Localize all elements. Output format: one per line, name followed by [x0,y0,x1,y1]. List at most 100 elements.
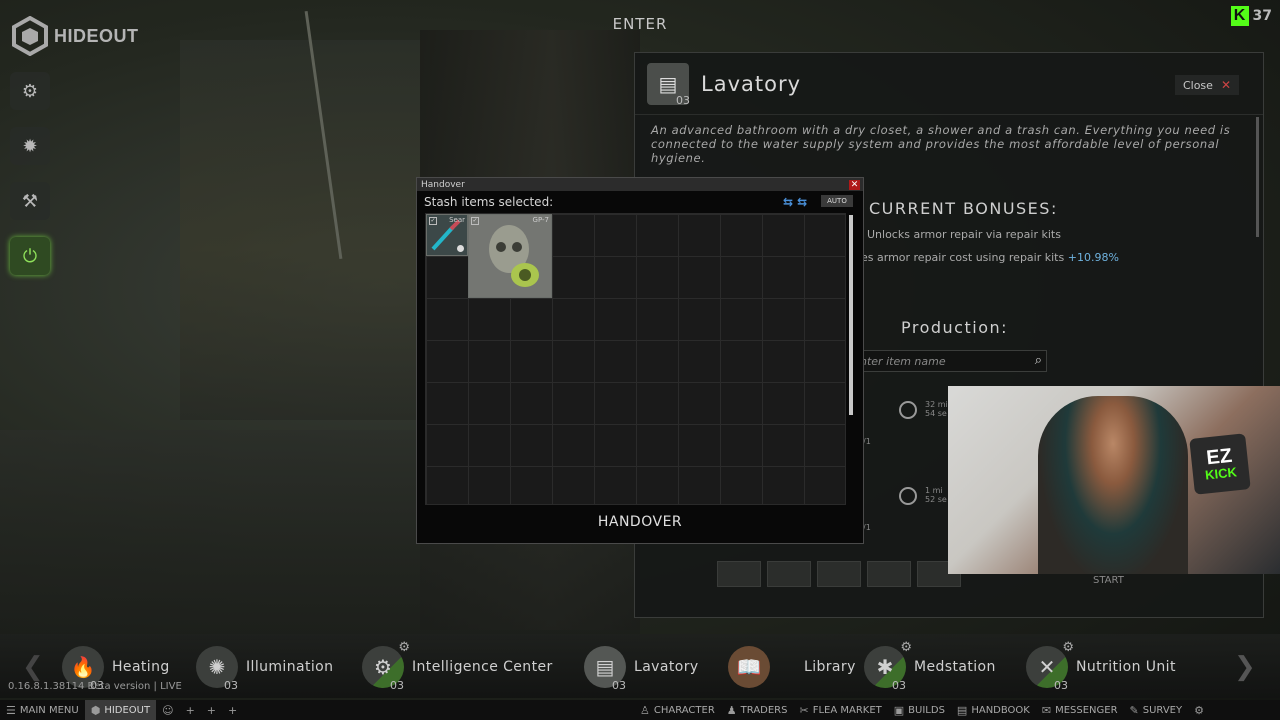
lavatory-title: Lavatory [701,71,802,96]
handover-title: Handover [421,179,465,190]
module-name: Illumination [246,659,334,675]
module-name: Intelligence Center [412,659,553,675]
lavatory-description: An advanced bathroom with a dry closet, … [651,123,1231,165]
module-illumination[interactable]: ✺ 03 Illumination [196,644,334,692]
stash-item-syringe[interactable]: ✓ Sear [426,214,468,256]
lavatory-level: 03 [676,94,690,107]
search-placeholder: nter item name [860,355,946,368]
lavatory-header: ▤ 03 Lavatory Close ✕ [635,53,1263,115]
lavatory-scrollbar[interactable] [1256,117,1259,237]
builds-tab[interactable]: ▣ BUILDS [888,700,951,720]
stash-grid-scrollbar[interactable] [849,215,853,415]
sort-icon[interactable]: ⇆ [783,195,793,209]
hideout-tab[interactable]: ⬢ HIDEOUT [84,700,157,720]
timer-icon [899,401,917,419]
lavatory-close-button[interactable]: Close ✕ [1174,75,1239,95]
module-name: Nutrition Unit [1076,659,1176,675]
webcam-streamer [1038,396,1188,574]
item-slot[interactable] [817,561,861,587]
handover-titlebar[interactable]: Handover ✕ [417,178,863,191]
gas-mask-icon [489,225,539,287]
character-label: CHARACTER [653,704,715,716]
stash-item-gas-mask[interactable]: ✓ GP-7 [468,214,552,298]
book-icon: 📖 [728,646,770,688]
left-nav: ⚙ ✹ ⚒ ⏻ [10,72,50,275]
flea-market-label: FLEA MARKET [812,704,882,716]
quick-slot-add[interactable]: + [180,700,201,720]
auto-button[interactable]: AUTO [821,195,853,207]
upgrade-gear-icon: ⚙ [900,640,912,655]
module-name: Lavatory [634,659,699,675]
survey-label: SURVEY [1142,704,1183,716]
main-menu-label: MAIN MENU [19,704,79,716]
modules-next-icon[interactable]: ❯ [1234,652,1256,682]
item-slot[interactable] [867,561,911,587]
character-icon: ♙ [640,703,650,717]
item-checkbox[interactable]: ✓ [471,217,479,225]
bottom-taskbar: ☰ MAIN MENU ⬢ HIDEOUT ☺ + + + ♙ CHARACTE… [0,700,1280,720]
modules-prev-icon[interactable]: ❮ [22,652,44,682]
messenger-icon: ✉ [1041,703,1052,717]
timer-icon [899,487,917,505]
hideout-logo-text: HIDEOUT [54,25,139,46]
builds-label: BUILDS [908,704,945,716]
plus-icon: + [185,703,195,717]
module-name: Heating [112,659,170,675]
plus-icon: + [206,703,217,717]
bonus-text: es armor repair cost using repair kits [861,251,1065,264]
messenger-tab[interactable]: ✉ MESSENGER [1036,700,1124,720]
hideout-logo: HIDEOUT [12,16,139,56]
start-button[interactable]: START [1093,575,1124,586]
module-name: Library [804,659,856,675]
module-name: Medstation [914,659,996,675]
background-wall [180,40,430,420]
cogs-icon: ⚙ [21,80,39,102]
module-lavatory[interactable]: ▤ 03 Lavatory [584,644,699,692]
module-intelligence-center[interactable]: ⚙ ⚙ 03 Intelligence Center [362,640,553,692]
main-menu-button[interactable]: ☰ MAIN MENU [0,700,85,720]
production-time: 32 mi 54 se [925,400,948,418]
handbook-tab[interactable]: ▤ HANDBOOK [951,700,1036,720]
bonus-line: es armor repair cost using repair kits +… [861,251,1119,264]
hideout-icon: ⬢ [90,703,101,717]
stash-grid[interactable]: ✓ Sear ✓ GP-7 [425,213,846,505]
module-medstation[interactable]: ✱ ⚙ 03 Medstation [864,640,996,692]
quick-slot-add[interactable]: + [201,700,222,720]
item-checkbox[interactable]: ✓ [429,217,437,225]
flea-market-icon: ✂ [799,703,809,717]
survey-tab[interactable]: ✎ SURVEY [1124,700,1189,720]
hideout-label: HIDEOUT [104,704,151,716]
search-icon[interactable]: ⌕ [1035,353,1042,368]
nav-hammer-button[interactable]: ⚒ [10,182,50,220]
bonus-value: +10.98% [1067,251,1119,264]
flea-market-tab[interactable]: ✂ FLEA MARKET [793,700,887,720]
nav-cogs-button[interactable]: ⚙ [10,72,50,110]
quick-slot-person[interactable]: ☺ [156,700,179,720]
nav-power-button[interactable]: ⏻ [10,237,50,275]
ez-kick-sticker: EZ KICK [1189,433,1251,495]
quick-slot-add[interactable]: + [222,700,243,720]
upgrade-gear-icon: ⚙ [398,640,410,655]
lightbulb-icon: ✹ [22,135,38,157]
heart-slot[interactable] [717,561,761,587]
traders-tab[interactable]: ♟ TRADERS [721,700,794,720]
module-level: 03 [390,679,404,692]
gear-icon: ⚙ [1194,703,1204,717]
bonuses-title: CURRENT BONUSES: [869,199,1058,218]
module-library[interactable]: 📖 Library [728,644,856,690]
character-tab[interactable]: ♙ CHARACTER [634,700,721,720]
sort-alt-icon[interactable]: ⇆ [797,195,807,209]
handover-close-icon[interactable]: ✕ [849,179,860,190]
nav-lightbulb-button[interactable]: ✹ [10,127,50,165]
settings-button[interactable]: ⚙ [1188,700,1210,720]
enter-title[interactable]: ENTER [600,15,680,33]
item-slot[interactable] [767,561,811,587]
close-icon: ✕ [1220,78,1231,92]
hideout-logo-icon [12,16,48,56]
production-count: /1 [863,523,871,532]
hammer-icon: ⚒ [21,190,39,212]
module-nutrition-unit[interactable]: ✕ ⚙ 03 Nutrition Unit [1026,640,1176,692]
production-search-input[interactable]: nter item name ⌕ [853,350,1047,372]
bonus-line: Unlocks armor repair via repair kits [867,228,1061,241]
handover-button[interactable]: HANDOVER [567,514,713,534]
